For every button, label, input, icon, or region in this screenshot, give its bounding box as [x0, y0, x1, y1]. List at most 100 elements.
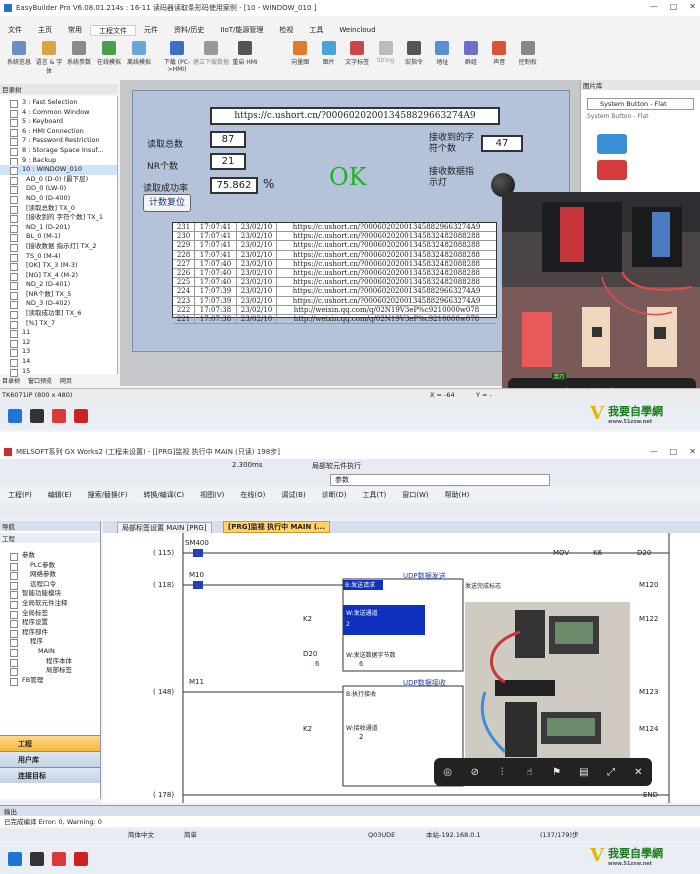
adjust-icon[interactable]: ⫶ — [495, 767, 509, 778]
menu-tools[interactable]: 工具 — [301, 25, 331, 36]
tree-item[interactable]: [读取总数] TX_0 — [0, 204, 117, 214]
tree-item[interactable]: [读取成功率] TX_6 — [0, 309, 117, 319]
minimize-icon[interactable]: — — [650, 2, 658, 11]
group-button[interactable]: 群组 — [457, 38, 485, 66]
reset-count-button[interactable]: 计数复位 — [143, 194, 191, 212]
system-info-button[interactable]: 系统信息 — [4, 38, 34, 75]
nav-item[interactable]: 全局标签 — [0, 609, 100, 619]
nav-section-library[interactable]: 用户库 — [0, 751, 100, 767]
nav-item[interactable]: 程序本体 — [0, 657, 100, 667]
coil-m122[interactable]: M122 — [639, 615, 658, 623]
nav-item[interactable]: PLC参数 — [0, 561, 100, 571]
build-download-button[interactable]: 建立下载数据 — [192, 38, 230, 75]
windows-icon[interactable] — [8, 851, 22, 866]
coil-m124[interactable]: M124 — [639, 725, 658, 733]
string-button[interactable]: String — [371, 38, 399, 66]
tree-item[interactable]: 11 — [0, 328, 117, 338]
maximize-icon[interactable]: □ — [670, 447, 678, 456]
record-icon[interactable]: ◎ — [441, 767, 455, 778]
menu-element[interactable]: 元件 — [136, 25, 166, 36]
nav-item[interactable]: FB管理 — [0, 676, 100, 686]
nav-item[interactable]: 远程口令 — [0, 580, 100, 590]
tree-item-selected[interactable]: 10 : WINDOW_010 — [0, 165, 117, 175]
explorer-icon[interactable] — [30, 409, 44, 423]
minimize-icon[interactable]: — — [650, 447, 658, 456]
language-font-button[interactable]: 语言 & 字体 — [34, 38, 64, 75]
nav-item[interactable]: 全局软元件注释 — [0, 599, 100, 609]
system-params-button[interactable]: 系统参数 — [64, 38, 94, 75]
macro-button[interactable]: 宏指令 — [400, 38, 428, 66]
crop-icon[interactable]: ⊘ — [468, 767, 482, 778]
sound-button[interactable]: 声音 — [485, 38, 513, 66]
menu-view[interactable]: 检视 — [271, 25, 301, 36]
menu-window[interactable]: 窗口(W) — [394, 490, 436, 501]
picture-select[interactable]: System Button - Flat — [587, 98, 694, 110]
nav-section-target[interactable]: 连接目标 — [0, 767, 100, 783]
tree-item[interactable]: ND_0 (D-400) — [0, 194, 117, 204]
picture-button[interactable]: 图片 — [314, 38, 342, 66]
tree-item[interactable]: BL_0 (M-1) — [0, 232, 117, 242]
tree-item[interactable]: ND_2 (D-401) — [0, 280, 117, 290]
nav-item[interactable]: 参数 — [0, 551, 100, 561]
fb-udp-recv[interactable]: UDP数据接收 — [403, 678, 446, 688]
address-button[interactable]: 地址 — [428, 38, 456, 66]
contact-m11[interactable]: M11 — [189, 678, 204, 686]
menu-convert[interactable]: 转换/编译(C) — [135, 490, 192, 501]
expand-icon[interactable]: ⤢ — [604, 767, 618, 778]
tree-item[interactable]: [NR个数] TX_5 — [0, 290, 117, 300]
like-icon[interactable]: ☝ — [522, 767, 536, 778]
menu-view[interactable]: 视图(V) — [192, 490, 232, 501]
tree-item[interactable]: 9 : Backup — [0, 156, 117, 166]
tab-web[interactable]: 网页 — [60, 376, 72, 386]
contact-sm400[interactable]: SM400 — [185, 539, 209, 547]
explorer-icon[interactable] — [30, 851, 44, 866]
menu-online[interactable]: 在线(O) — [232, 490, 273, 501]
coil-m120[interactable]: M120 — [639, 581, 658, 589]
tree-item[interactable]: [接收数据 指示灯] TX_2 — [0, 242, 117, 252]
tab-tree[interactable]: 目录树 — [2, 376, 20, 386]
note-icon[interactable]: ▤ — [577, 767, 591, 778]
tree-item[interactable]: AD_0 (D-0) (最下层) — [0, 175, 117, 185]
tree-item[interactable]: TS_0 (M-4) — [0, 252, 117, 262]
param-select[interactable]: 参数 — [330, 474, 550, 486]
windows-icon[interactable] — [8, 409, 22, 423]
fb-udp-send[interactable]: UDP数据发送 — [403, 571, 446, 581]
tree-item[interactable]: 13 — [0, 347, 117, 358]
flag-icon[interactable]: ⚑ — [550, 767, 564, 778]
nav-item[interactable]: 网络参数 — [0, 570, 100, 580]
contact-m10[interactable]: M10 — [189, 571, 204, 579]
tree-item[interactable]: [%] TX_7 — [0, 319, 117, 329]
tab-window-preview[interactable]: 窗口预览 — [28, 376, 52, 386]
coil-m123[interactable]: M123 — [639, 688, 658, 696]
menu-data[interactable]: 资料/历史 — [166, 25, 212, 36]
tree-item[interactable]: [OK] TX_3 (M-3) — [0, 261, 117, 271]
tree-item[interactable]: 8 : Storage Space Insuf... — [0, 146, 117, 156]
tree-item[interactable]: 12 — [0, 338, 117, 348]
close-icon[interactable]: ✕ — [689, 447, 696, 456]
menu-weincloud[interactable]: Weincloud — [331, 25, 383, 36]
tree-item[interactable]: 14 — [0, 357, 117, 367]
nav-item[interactable]: 局部标签 — [0, 666, 100, 676]
menu-iiot[interactable]: IIoT/能源管理 — [212, 25, 271, 36]
button-preview-1[interactable] — [597, 134, 627, 154]
menu-help[interactable]: 帮助(H) — [437, 490, 478, 501]
tree-item[interactable]: DD_0 (LW-0) — [0, 184, 117, 194]
maximize-icon[interactable]: □ — [670, 2, 678, 11]
wps-icon[interactable] — [52, 409, 66, 423]
tree-item[interactable]: 15 — [0, 367, 117, 377]
tree-item[interactable]: 4 : Common Window — [0, 108, 117, 118]
tab-monitor-main[interactable]: [PRG]监视 执行中 MAIN (... — [223, 521, 330, 533]
menu-file[interactable]: 文件 — [0, 25, 30, 36]
close-icon[interactable]: ✕ — [689, 2, 696, 11]
nav-section-project[interactable]: 工程 — [0, 735, 100, 751]
nav-item[interactable]: 程序 — [0, 637, 100, 647]
app-icon-red[interactable] — [74, 409, 88, 423]
offline-sim-button[interactable]: 离线模拟 — [124, 38, 154, 75]
tree-item[interactable]: [接收到的 字符个数] TX_1 — [0, 213, 117, 223]
tree-item[interactable]: ND_3 (D-402) — [0, 299, 117, 310]
tree-item[interactable]: [NG] TX_4 (M-2) — [0, 271, 117, 281]
control-button[interactable]: 控制权 — [514, 38, 542, 66]
restart-hmi-button[interactable]: 重启 HMI — [230, 38, 260, 75]
menu-edit[interactable]: 编辑(E) — [40, 490, 80, 501]
tree-item[interactable]: 6 : HMI Connection — [0, 127, 117, 137]
